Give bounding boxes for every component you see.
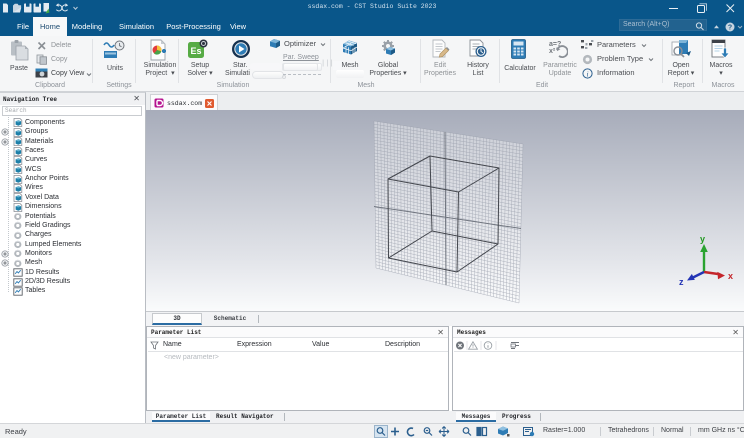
svg-text:?: ? [728,25,732,32]
svg-text:z: z [679,277,684,287]
svg-text:Es: Es [190,46,201,56]
svg-text:i: i [586,69,588,78]
svg-text:x: x [728,271,733,281]
svg-text:y: y [700,234,705,244]
svg-text:x²: x² [549,48,556,55]
